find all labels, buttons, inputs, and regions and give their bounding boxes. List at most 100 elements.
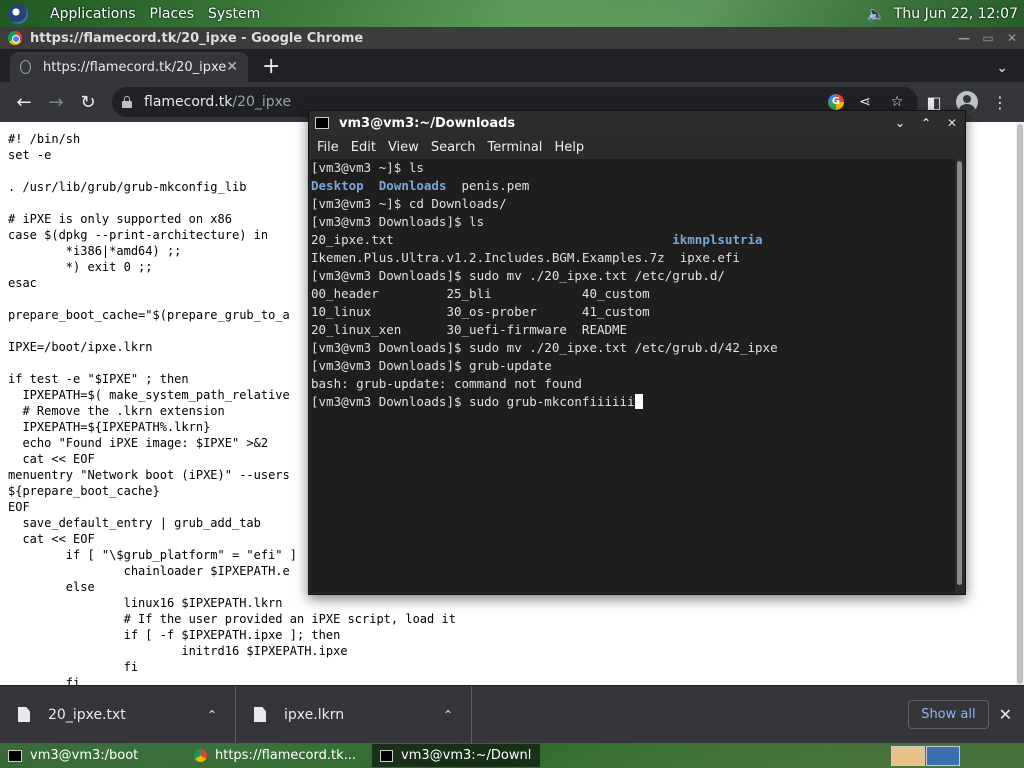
download-name: 20_ipxe.txt bbox=[48, 706, 126, 723]
terminal-line: [vm3@vm3 Downloads]$ sudo mv ./20_ipxe.t… bbox=[311, 267, 956, 285]
share-icon[interactable]: ⋖ bbox=[854, 94, 876, 110]
workspace-2[interactable] bbox=[926, 745, 960, 766]
system-menu[interactable]: System bbox=[208, 6, 260, 22]
task-chrome[interactable]: https://flamecord.tk... bbox=[186, 744, 370, 767]
forward-button[interactable]: → bbox=[40, 92, 72, 113]
reload-button[interactable]: ↻ bbox=[72, 92, 104, 113]
terminal-line: [vm3@vm3 Downloads]$ sudo grub-mkconfiii… bbox=[311, 393, 956, 411]
menu-edit[interactable]: Edit bbox=[345, 140, 382, 155]
page-scrollbar[interactable] bbox=[1016, 122, 1024, 685]
terminal-line: [vm3@vm3 ~]$ ls bbox=[311, 159, 956, 177]
terminal-title: vm3@vm3:~/Downloads bbox=[339, 115, 516, 131]
terminal-line: bash: grub-update: command not found bbox=[311, 375, 956, 393]
terminal-text: [vm3@vm3 ~]$ ls bbox=[311, 160, 424, 175]
terminal-output[interactable]: [vm3@vm3 ~]$ ls Desktop Downloads penis.p… bbox=[310, 159, 956, 593]
menu-terminal[interactable]: Terminal bbox=[481, 140, 548, 155]
close-icon[interactable]: ✕ bbox=[999, 705, 1012, 724]
terminal-text: 10_linux 30_os-prober 41_custom bbox=[311, 304, 650, 319]
tab-20-ipxe[interactable]: https://flamecord.tk/20_ipxe ✕ bbox=[10, 52, 248, 82]
menu-help[interactable]: Help bbox=[548, 140, 590, 155]
terminal-text: 20_ipxe.txt bbox=[311, 232, 673, 247]
more-menu-icon[interactable]: ⋮ bbox=[984, 93, 1016, 112]
workspace-1[interactable] bbox=[891, 745, 925, 766]
download-shelf: 20_ipxe.txt ⌃ ipxe.lkrn ⌃ Show all ✕ bbox=[0, 685, 1024, 744]
terminal-text: penis.pem bbox=[446, 178, 530, 193]
terminal-close-icon[interactable]: ✕ bbox=[939, 116, 965, 130]
terminal-line: 10_linux 30_os-prober 41_custom bbox=[311, 303, 956, 321]
chevron-up-icon[interactable]: ⌃ bbox=[443, 708, 453, 722]
terminal-icon bbox=[8, 749, 22, 762]
new-tab-button[interactable]: + bbox=[262, 54, 280, 79]
chrome-icon bbox=[194, 749, 207, 762]
chrome-window-title: https://flamecord.tk/20_ipxe - Google Ch… bbox=[30, 30, 364, 46]
chevron-down-icon[interactable]: ⌄ bbox=[996, 60, 1008, 76]
tab-close-icon[interactable]: ✕ bbox=[226, 59, 238, 75]
menu-file[interactable]: File bbox=[311, 140, 345, 155]
google-lens-icon[interactable]: G bbox=[828, 94, 844, 110]
terminal-text: [vm3@vm3 Downloads]$ sudo mv ./20_ipxe.t… bbox=[311, 268, 725, 283]
directory-name: Downloads bbox=[378, 178, 447, 193]
side-panel-icon[interactable]: ◧ bbox=[918, 93, 950, 112]
terminal-line: 20_ipxe.txt ikmnplsutria bbox=[311, 231, 956, 249]
volume-icon[interactable]: 🔈 bbox=[866, 4, 886, 24]
chrome-icon bbox=[8, 31, 22, 45]
top-panel: Applications Places System 🔈 Thu Jun 22,… bbox=[0, 0, 1024, 27]
lock-icon[interactable] bbox=[122, 96, 132, 108]
file-icon bbox=[254, 707, 266, 722]
terminal-line: 00_header 25_bli 40_custom bbox=[311, 285, 956, 303]
page-scrollbar-thumb[interactable] bbox=[1017, 124, 1023, 684]
clock[interactable]: Thu Jun 22, 12:07 bbox=[894, 6, 1018, 22]
terminal-line: Ikemen.Plus.Ultra.v1.2.Includes.BGM.Exam… bbox=[311, 249, 956, 267]
places-menu[interactable]: Places bbox=[150, 6, 195, 22]
download-name: ipxe.lkrn bbox=[284, 706, 345, 723]
terminal-icon bbox=[315, 117, 329, 129]
terminal-line: Desktop Downloads penis.pem bbox=[311, 177, 956, 195]
fedora-logo-icon[interactable] bbox=[8, 3, 28, 24]
terminal-text: Ikemen.Plus.Ultra.v1.2.Includes.BGM.Exam… bbox=[311, 250, 740, 265]
task-label: vm3@vm3:~/Downl... bbox=[401, 748, 532, 763]
close-window-button[interactable]: ✕ bbox=[1000, 31, 1024, 45]
applications-menu[interactable]: Applications bbox=[50, 6, 136, 22]
terminal-text: [vm3@vm3 ~]$ cd Downloads/ bbox=[311, 196, 507, 211]
tab-strip: https://flamecord.tk/20_ipxe ✕ + ⌄ bbox=[0, 49, 1024, 82]
url-host: flamecord.tk bbox=[144, 94, 233, 110]
show-all-button[interactable]: Show all bbox=[908, 700, 989, 729]
terminal-titlebar[interactable]: vm3@vm3:~/Downloads ⌄ ⌃ ✕ bbox=[309, 111, 965, 135]
taskbar: vm3@vm3:/boot https://flamecord.tk... vm… bbox=[0, 743, 1024, 768]
terminal-text: 20_linux_xen 30_uefi-firmware README bbox=[311, 322, 628, 337]
menu-view[interactable]: View bbox=[382, 140, 425, 155]
terminal-scrollbar-thumb[interactable] bbox=[957, 161, 962, 585]
maximize-button[interactable]: ▭ bbox=[976, 31, 1000, 45]
download-item-ipxe-lkrn[interactable]: ipxe.lkrn ⌃ bbox=[236, 685, 472, 744]
directory-name: Desktop bbox=[311, 178, 364, 193]
download-item-20-ipxe[interactable]: 20_ipxe.txt ⌃ bbox=[0, 685, 236, 744]
task-terminal-downloads[interactable]: vm3@vm3:~/Downl... bbox=[372, 744, 540, 767]
url-path: /20_ipxe bbox=[232, 94, 292, 110]
chevron-up-icon[interactable]: ⌃ bbox=[207, 708, 217, 722]
terminal-window: vm3@vm3:~/Downloads ⌄ ⌃ ✕ File Edit View… bbox=[308, 110, 966, 595]
menu-search[interactable]: Search bbox=[425, 140, 482, 155]
terminal-line: [vm3@vm3 Downloads]$ sudo mv ./20_ipxe.t… bbox=[311, 339, 956, 357]
globe-icon bbox=[20, 60, 32, 74]
terminal-text: [vm3@vm3 Downloads]$ ls bbox=[311, 214, 485, 229]
terminal-text: bash: grub-update: command not found bbox=[311, 376, 582, 391]
file-icon bbox=[18, 707, 30, 722]
terminal-menu-down-icon[interactable]: ⌄ bbox=[887, 116, 913, 130]
terminal-line: [vm3@vm3 Downloads]$ ls bbox=[311, 213, 956, 231]
task-label: https://flamecord.tk... bbox=[215, 748, 357, 763]
terminal-scrollbar[interactable] bbox=[955, 159, 964, 593]
task-terminal-boot[interactable]: vm3@vm3:/boot bbox=[0, 744, 184, 767]
tab-title: https://flamecord.tk/20_ipxe bbox=[43, 59, 227, 75]
terminal-line: 20_linux_xen 30_uefi-firmware README bbox=[311, 321, 956, 339]
terminal-text: [vm3@vm3 Downloads]$ sudo grub-mkconfiii… bbox=[311, 394, 635, 409]
terminal-maximize-icon[interactable]: ⌃ bbox=[913, 116, 939, 130]
workspace-switcher bbox=[890, 745, 960, 766]
terminal-line: [vm3@vm3 Downloads]$ grub-update bbox=[311, 357, 956, 375]
minimize-button[interactable]: — bbox=[952, 31, 976, 45]
chrome-titlebar[interactable]: https://flamecord.tk/20_ipxe - Google Ch… bbox=[0, 27, 1024, 49]
bookmark-star-icon[interactable]: ☆ bbox=[886, 94, 908, 110]
terminal-text: [vm3@vm3 Downloads]$ sudo mv ./20_ipxe.t… bbox=[311, 340, 778, 355]
task-label: vm3@vm3:/boot bbox=[30, 748, 139, 763]
back-button[interactable]: ← bbox=[8, 92, 40, 113]
